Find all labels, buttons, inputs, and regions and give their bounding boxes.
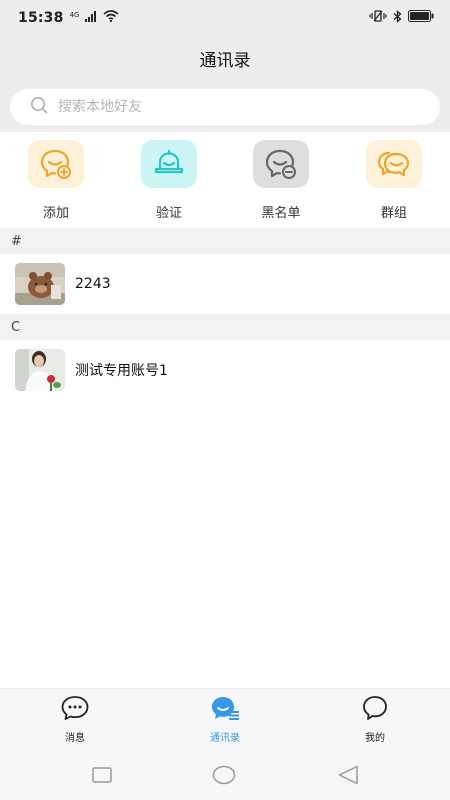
add-friend-icon	[28, 140, 84, 188]
shortcut-label: 添加	[42, 206, 69, 221]
system-nav-bar	[0, 750, 450, 800]
section-header: C	[0, 314, 450, 340]
tab-contacts[interactable]: 通讯录	[175, 695, 275, 749]
tab-label: 通讯录	[210, 733, 240, 744]
shortcut-label: 群组	[380, 206, 407, 221]
vibrate-icon	[369, 10, 387, 26]
status-time: 15:38	[18, 10, 64, 26]
network-label: 4G	[69, 10, 80, 19]
blacklist-icon	[253, 140, 309, 188]
shortcut-blacklist[interactable]: 黑名单	[236, 140, 326, 222]
title-bar: 通讯录	[0, 36, 450, 80]
status-bar: 15:38 4G	[0, 0, 450, 36]
tab-label: 我的	[365, 733, 385, 744]
signal-icon	[85, 10, 97, 26]
square-icon	[92, 767, 112, 783]
shortcut-group[interactable]: 群组	[349, 140, 439, 222]
bell-icon	[141, 140, 197, 188]
battery-icon	[408, 10, 434, 26]
contacts-icon	[210, 695, 240, 725]
tab-bar: 消息 通讯录 我的	[0, 688, 450, 750]
back-button[interactable]	[336, 764, 360, 786]
shortcut-verify[interactable]: 验证	[124, 140, 214, 222]
contact-name: 2243	[75, 276, 111, 292]
bluetooth-icon	[393, 9, 402, 27]
circle-icon	[212, 765, 236, 785]
section-header: #	[0, 228, 450, 254]
shortcut-label: 验证	[155, 206, 182, 221]
page-title: 通讯录	[199, 50, 251, 71]
message-icon	[60, 695, 90, 725]
shortcut-grid: 添加 验证 黑名单 群组	[0, 132, 450, 228]
avatar	[15, 263, 65, 305]
search-icon	[30, 96, 48, 118]
home-button[interactable]	[212, 764, 236, 786]
tab-messages[interactable]: 消息	[25, 695, 125, 749]
shortcut-add[interactable]: 添加	[11, 140, 101, 222]
profile-icon	[360, 695, 390, 725]
recent-apps-button[interactable]	[90, 764, 114, 786]
status-right	[369, 9, 434, 27]
tab-label: 消息	[65, 733, 85, 744]
tab-profile[interactable]: 我的	[325, 695, 425, 749]
contact-row[interactable]: 测试专用账号1	[0, 340, 450, 400]
shortcut-label: 黑名单	[261, 206, 301, 221]
contact-list-empty-area	[0, 400, 450, 688]
search-box[interactable]	[10, 89, 440, 125]
group-icon	[366, 140, 422, 188]
status-left: 15:38 4G	[18, 10, 119, 26]
search-bar	[0, 80, 450, 132]
wifi-icon	[103, 10, 119, 26]
avatar	[15, 349, 65, 391]
contact-name: 测试专用账号1	[75, 363, 168, 379]
back-triangle-icon	[338, 765, 358, 785]
search-input[interactable]	[58, 99, 418, 115]
contact-row[interactable]: 2243	[0, 254, 450, 314]
